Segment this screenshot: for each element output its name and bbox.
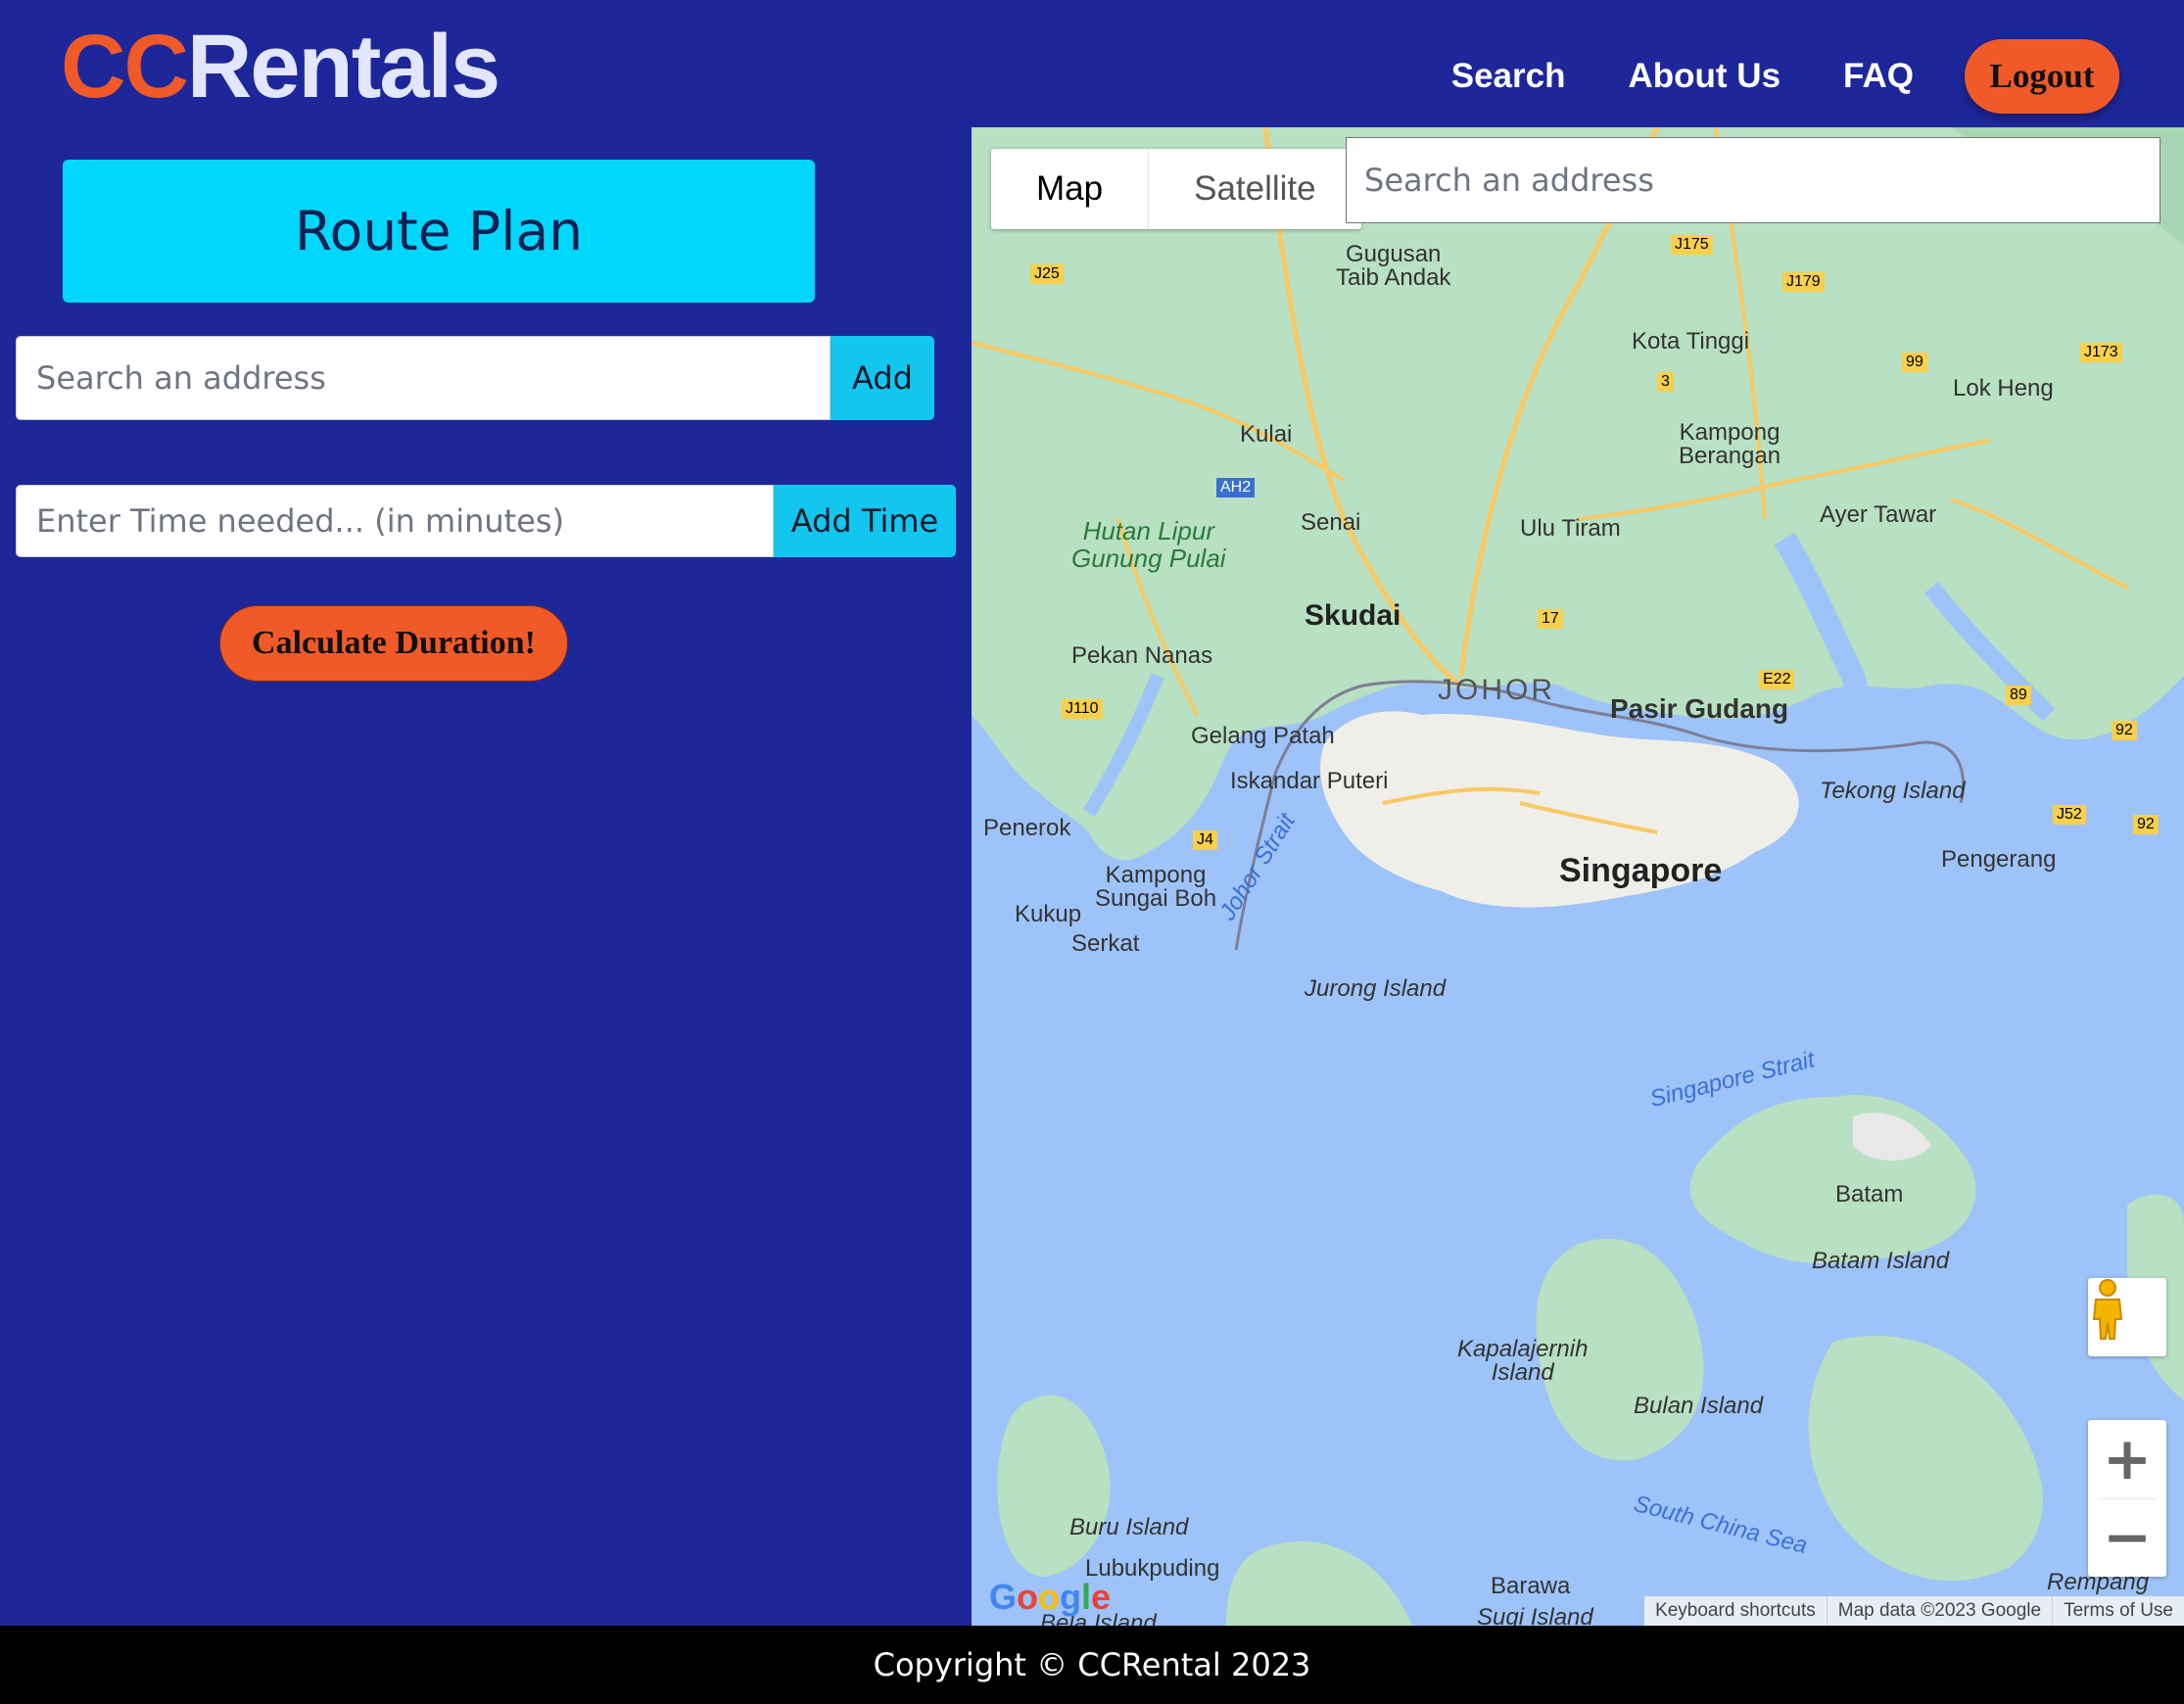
time-row: Add Time [16, 485, 956, 557]
road-shield: 99 [1902, 353, 1927, 372]
map-type-map-button[interactable]: Map [991, 149, 1150, 229]
road-shield: J175 [1671, 235, 1713, 255]
map-label-pasir-gudang: Pasir Gudang [1610, 693, 1789, 724]
map-label-kukup: Kukup [1015, 901, 1082, 927]
map-label-pengerang: Pengerang [1941, 846, 2057, 873]
map-label-kota-tinggi: Kota Tinggi [1632, 328, 1750, 355]
footer: Copyright © CCRental 2023 [0, 1626, 2184, 1704]
map-label-hutan-lipur: Hutan Lipur Gunung Pulai [1071, 516, 1226, 573]
map-label-johor: JOHOR [1438, 674, 1555, 706]
road-shield: E22 [1759, 670, 1795, 689]
map-type-satellite-button[interactable]: Satellite [1149, 149, 1361, 229]
map-search-input[interactable] [1346, 137, 2160, 223]
map-label-skudai: Skudai [1305, 599, 1401, 632]
nav-search-link[interactable]: Search [1451, 57, 1566, 96]
map-label-kampong-sungai-boh: Kampong Sungai Boh [1095, 862, 1217, 912]
road-shield: J25 [1030, 264, 1064, 284]
map-label-gugusan: Gugusan Taib Andak [1336, 241, 1451, 291]
nav-about-link[interactable]: About Us [1629, 57, 1781, 96]
time-needed-input[interactable] [16, 485, 774, 557]
road-shield: AH2 [1216, 478, 1256, 497]
logout-button[interactable]: Logout [1965, 39, 2119, 114]
map-label-gelang-patah: Gelang Patah [1191, 723, 1335, 749]
map-label-tekong-island: Tekong Island [1820, 778, 1966, 804]
brand-logo[interactable]: CCRentals [61, 17, 500, 117]
road-shield: 17 [1538, 609, 1563, 629]
pegman-icon [2092, 1279, 2123, 1340]
map-label-pekan-nanas: Pekan Nanas [1071, 642, 1213, 669]
map-label-buru-island: Buru Island [1069, 1514, 1189, 1540]
main-nav: Search About Us FAQ Logout [1389, 39, 2119, 114]
map-type-control: Map Satellite [991, 149, 1361, 229]
road-shield: J110 [1062, 699, 1103, 719]
terms-of-use-link[interactable]: Terms of Use [2052, 1596, 2184, 1626]
road-shield: J179 [1782, 272, 1825, 292]
footer-copyright: Copyright © CCRental 2023 [873, 1646, 1311, 1683]
map-label-lok-heng: Lok Heng [1953, 375, 2054, 402]
map-label-bulan-island: Bulan Island [1634, 1393, 1764, 1419]
map-label-iskandar-puteri: Iskandar Puteri [1230, 768, 1389, 794]
map-label-singapore: Singapore [1559, 852, 1723, 889]
route-plan-title: Route Plan [63, 160, 815, 303]
road-shield: J4 [1193, 830, 1217, 850]
map-label-ayer-tawar: Ayer Tawar [1820, 501, 1937, 528]
brand-logo-part1: CC [61, 17, 189, 117]
zoom-out-button[interactable]: − [2088, 1499, 2166, 1578]
map-label-senai: Senai [1301, 509, 1361, 536]
add-address-button[interactable]: Add [831, 336, 934, 420]
add-time-button[interactable]: Add Time [774, 485, 956, 557]
map-label-batam-island: Batam Island [1812, 1248, 1950, 1274]
map-label-batam: Batam [1835, 1181, 1904, 1207]
zoom-control: + − [2088, 1420, 2166, 1577]
address-row: Add [16, 336, 934, 420]
address-search-input[interactable] [16, 336, 831, 420]
brand-logo-part2: Rentals [186, 17, 500, 117]
road-shield: 89 [2006, 686, 2031, 705]
map-label-kapalajernih-island: Kapalajernih Island [1457, 1336, 1589, 1386]
map-label-jurong-island: Jurong Island [1305, 975, 1447, 1002]
road-shield: 92 [2112, 721, 2137, 740]
calculate-duration-button[interactable]: Calculate Duration! [219, 605, 568, 682]
map-label-kampong-berangan: Kampong Berangan [1679, 419, 1781, 469]
map-label-kulai: Kulai [1240, 421, 1293, 448]
road-shield: 92 [2133, 815, 2159, 834]
street-view-pegman-icon[interactable] [2088, 1278, 2166, 1356]
map-data-text: Map data ©2023 Google [1826, 1596, 2052, 1626]
map-label-serkat: Serkat [1071, 930, 1140, 957]
map-label-penerok: Penerok [983, 815, 1071, 841]
road-shield: J52 [2053, 805, 2086, 825]
zoom-in-button[interactable]: + [2088, 1420, 2166, 1498]
keyboard-shortcuts-link[interactable]: Keyboard shortcuts [1644, 1596, 1827, 1626]
map-label-ulu-tiram: Ulu Tiram [1520, 515, 1621, 542]
nav-faq-link[interactable]: FAQ [1843, 57, 1914, 96]
map-label-sugi-island: Sugi Island [1477, 1604, 1593, 1626]
map-attribution: Keyboard shortcuts Map data ©2023 Google… [1644, 1596, 2184, 1626]
road-shield: 3 [1657, 372, 1674, 392]
road-shield: J173 [2080, 343, 2122, 362]
google-logo[interactable]: Google [989, 1577, 1111, 1618]
map-label-barawa: Barawa [1491, 1573, 1571, 1599]
map-view[interactable]: Gugusan Taib Andak Kota Tinggi Lok Heng K… [972, 127, 2184, 1626]
